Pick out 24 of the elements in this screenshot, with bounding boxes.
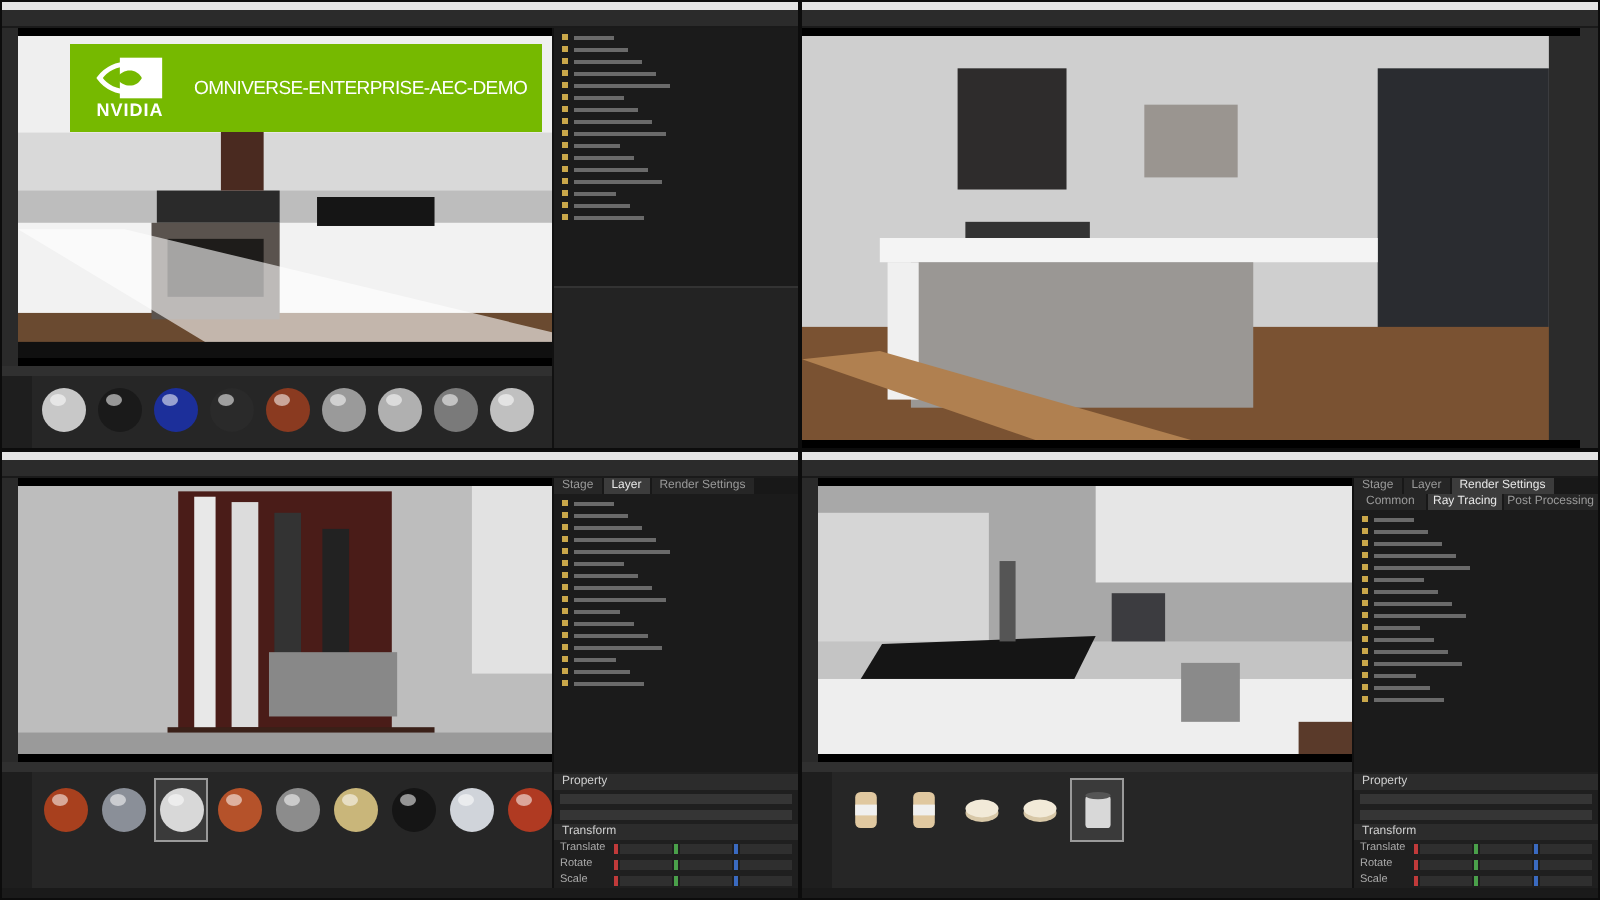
material-swatch[interactable] [154,778,208,842]
value-field[interactable] [620,875,672,885]
value-field[interactable] [1540,859,1592,869]
value-field[interactable] [1420,843,1472,853]
value-field[interactable] [1420,875,1472,885]
value-field[interactable] [1540,875,1592,885]
brand-name: NVIDIA [96,100,164,120]
banner-title: OMNIVERSE-ENTERPRISE-AEC-DEMO [194,77,528,99]
value-field[interactable] [680,875,732,885]
value-field[interactable] [740,859,792,869]
value-field[interactable] [620,843,672,853]
value-field[interactable] [620,859,672,869]
value-field[interactable] [1420,859,1472,869]
value-field[interactable] [1480,875,1532,885]
value-field[interactable] [680,843,732,853]
eye-logo-icon [96,56,164,100]
value-field[interactable] [1480,843,1532,853]
pot-icon [1079,788,1115,832]
value-field[interactable] [680,859,732,869]
value-field[interactable] [1540,843,1592,853]
value-field[interactable] [740,875,792,885]
value-field[interactable] [1480,859,1532,869]
asset-thumbnail[interactable] [1070,778,1124,842]
value-field[interactable] [740,843,792,853]
